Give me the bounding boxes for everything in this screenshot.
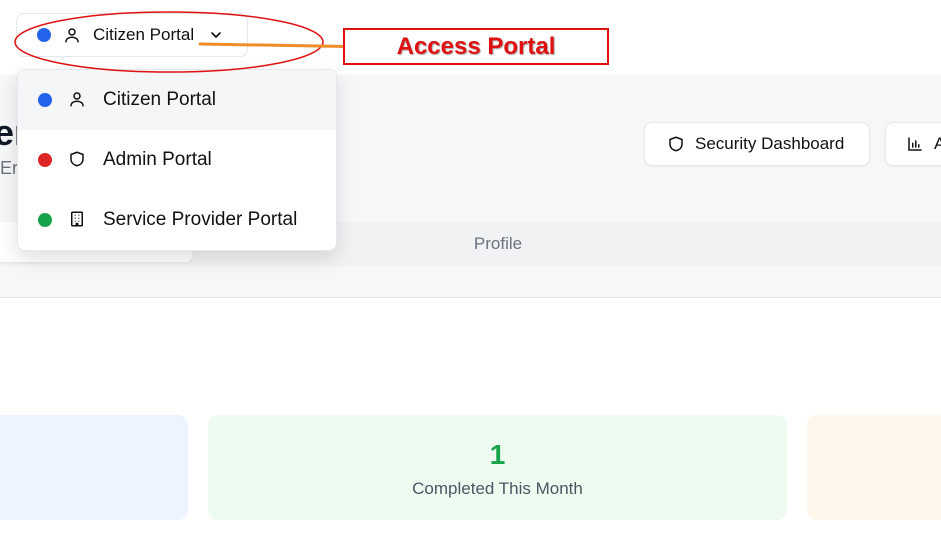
user-icon — [68, 90, 86, 108]
menu-item-label: Admin Portal — [103, 149, 212, 170]
security-dashboard-button[interactable]: Security Dashboard — [644, 122, 870, 166]
analytics-button[interactable]: A — [885, 122, 941, 166]
page-subtitle: Er — [0, 158, 18, 178]
shield-icon — [667, 135, 685, 153]
shield-icon — [68, 150, 86, 168]
bar-chart-icon — [906, 135, 924, 153]
status-dot — [38, 153, 52, 167]
portal-switcher-button[interactable]: Citizen Portal — [16, 13, 248, 57]
stat-card-completed: 1 Completed This Month — [208, 415, 787, 520]
stat-card-orange — [807, 415, 941, 520]
stat-label: Completed This Month — [412, 479, 583, 498]
analytics-label: A — [934, 134, 941, 153]
portal-switcher-label: Citizen Portal — [93, 25, 195, 44]
security-dashboard-label: Security Dashboard — [695, 134, 845, 153]
status-dot — [37, 28, 51, 42]
status-dot — [38, 213, 52, 227]
callout-label: Access Portal — [343, 28, 609, 65]
stat-value: 1 — [489, 439, 506, 470]
building-icon — [68, 210, 86, 228]
menu-item-label: Citizen Portal — [103, 89, 216, 110]
menu-item-admin-portal[interactable]: Admin Portal — [18, 130, 336, 190]
chevron-down-icon — [208, 27, 224, 43]
menu-item-label: Service Provider Portal — [103, 209, 298, 230]
portal-dropdown-menu: Citizen Portal Admin Portal Service Prov… — [17, 69, 337, 251]
stat-card-blue — [0, 415, 188, 520]
user-icon — [63, 26, 81, 44]
menu-item-service-provider-portal[interactable]: Service Provider Portal — [18, 190, 336, 250]
status-dot — [38, 93, 52, 107]
menu-item-citizen-portal[interactable]: Citizen Portal — [18, 70, 336, 130]
